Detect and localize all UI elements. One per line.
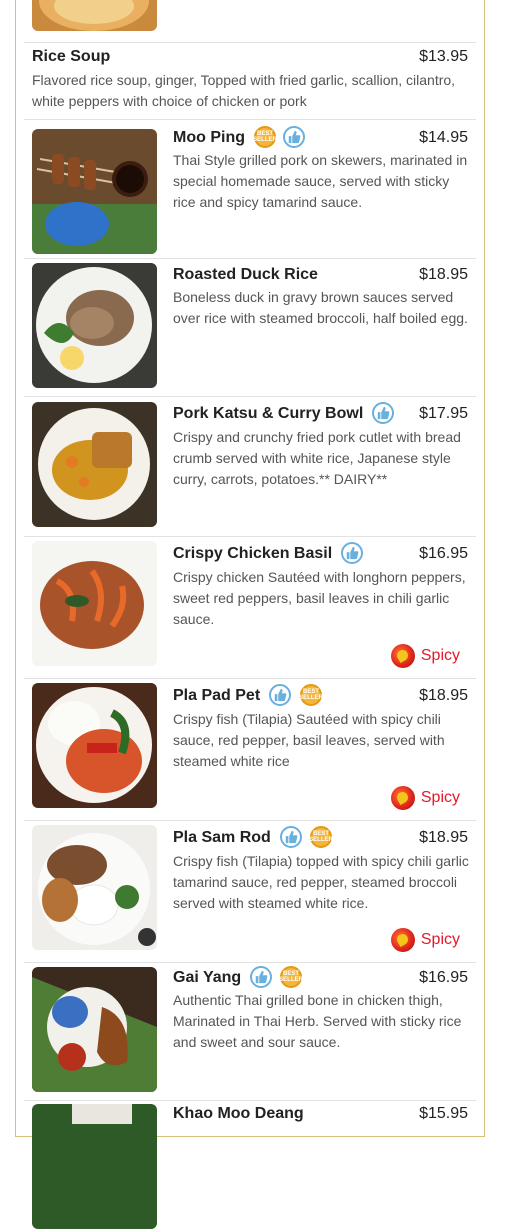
menu-item-previous[interactable] [24,0,476,43]
item-name: Pla Pad Pet [173,687,261,704]
spicy-label: Spicy [420,789,460,806]
spicy-tag: Spicy [390,644,460,668]
dish-photo [32,541,157,666]
item-name: Pork Katsu & Curry Bowl [173,405,364,422]
item-description: Flavored rice soup, ginger, Topped with … [32,72,456,109]
spicy-label: Spicy [420,647,460,664]
item-description: Crispy fish (Tilapia) Sautéed with spicy… [173,711,445,769]
item-description: Thai Style grilled pork on skewers, mari… [173,152,468,210]
item-price: $18.95 [419,829,468,846]
dish-photo [32,1104,157,1229]
thumbs-up-icon [280,826,302,848]
item-name: Gai Yang [173,969,242,986]
dish-photo [32,129,157,254]
menu-item-roasted-duck-rice[interactable]: Roasted Duck Rice $18.95 Boneless duck i… [24,259,476,397]
item-name: Rice Soup [32,48,111,65]
item-price: $14.95 [419,129,468,146]
menu-item-moo-ping[interactable]: Moo Ping BEST SELLER $14.95 Thai Style g… [24,120,476,259]
item-description: Crispy chicken Sautéed with longhorn pep… [173,569,466,627]
dish-photo [32,683,157,808]
item-price: $16.95 [419,545,468,562]
thumbs-up-icon [250,966,272,988]
item-name: Moo Ping [173,129,245,146]
menu-item-gai-yang[interactable]: Gai Yang BEST SELLER $16.95 Authentic Th… [24,963,476,1101]
item-price: $17.95 [419,405,468,422]
menu-item-pork-katsu-curry-bowl[interactable]: Pork Katsu & Curry Bowl $17.95 Crispy an… [24,397,476,537]
item-price: $13.95 [419,48,468,65]
item-description: Authentic Thai grilled bone in chicken t… [173,992,462,1050]
dish-photo [32,263,157,388]
chili-icon [390,928,415,952]
chili-icon [390,786,415,810]
item-price: $18.95 [419,266,468,283]
item-price: $18.95 [419,687,468,704]
menu-panel: Rice Soup $13.95 Flavored rice soup, gin… [15,0,485,1229]
menu-item-pla-pad-pet[interactable]: Pla Pad Pet BEST SELLER $18.95 Crispy fi… [24,679,476,821]
item-description: Crispy fish (Tilapia) topped with spicy … [173,853,469,911]
item-name: Crispy Chicken Basil [173,545,333,562]
item-description: Boneless duck in gravy brown sauces serv… [173,289,468,326]
dish-photo [32,0,157,31]
thumbs-up-icon [341,542,363,564]
item-name: Pla Sam Rod [173,829,271,846]
best-seller-icon: BEST SELLER [279,966,303,988]
spicy-tag: Spicy [390,928,460,952]
dish-photo [32,402,157,527]
item-price: $16.95 [419,969,468,986]
item-description: Crispy and crunchy fried pork cutlet wit… [173,429,461,487]
menu-item-pla-sam-rod[interactable]: Pla Sam Rod BEST SELLER $18.95 Crispy fi… [24,821,476,963]
thumbs-up-icon [372,402,394,424]
item-name: Roasted Duck Rice [173,266,318,283]
dish-photo [32,825,157,950]
best-seller-icon: BEST SELLER [253,126,277,148]
item-name: Khao Moo Deang [173,1105,304,1122]
best-seller-icon: BEST SELLER [299,684,323,706]
spicy-label: Spicy [420,931,460,948]
spicy-tag: Spicy [390,786,460,810]
menu-item-rice-soup[interactable]: Rice Soup $13.95 Flavored rice soup, gin… [24,43,476,120]
chili-icon [390,644,415,668]
dish-photo [32,967,157,1092]
thumbs-up-icon [269,684,291,706]
thumbs-up-icon [283,126,305,148]
menu-item-khao-moo-deang[interactable]: Khao Moo Deang $15.95 [24,1101,476,1229]
best-seller-icon: BEST SELLER [309,826,333,848]
menu-item-crispy-chicken-basil[interactable]: Crispy Chicken Basil $16.95 Crispy chick… [24,537,476,679]
item-price: $15.95 [419,1105,468,1122]
